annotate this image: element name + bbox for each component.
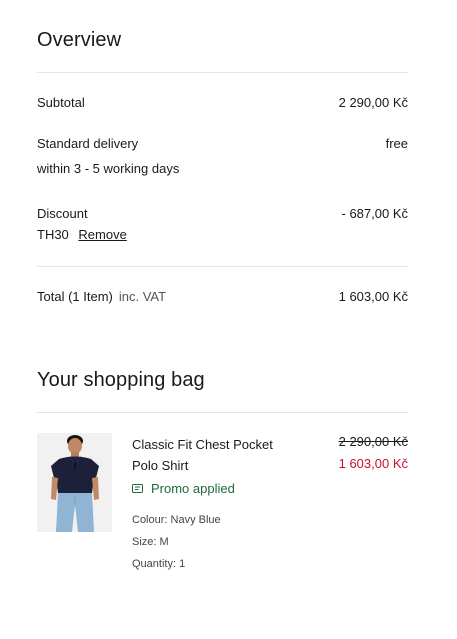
product-name-link[interactable]: Classic Fit Chest Pocket Polo Shirt: [132, 434, 292, 476]
product-image[interactable]: [37, 433, 112, 532]
promo-badge: Promo applied: [132, 481, 235, 496]
product-photo-polo-shirt: [37, 433, 112, 532]
remove-discount-link[interactable]: Remove: [78, 227, 126, 242]
total-value: 1 603,00 Kč: [338, 289, 408, 304]
total-label-group: Total (1 Item) inc. VAT: [37, 289, 166, 305]
discount-code-line: TH30 Remove: [37, 227, 127, 243]
discount-row: Discount - 687,00 Kč TH30 Remove: [37, 206, 408, 246]
original-price: 2 290,00 Kč: [338, 434, 408, 449]
discount-label: Discount: [37, 206, 88, 221]
total-vat-note: inc. VAT: [118, 289, 167, 304]
delivery-note: within 3 - 5 working days: [37, 161, 180, 176]
subtotal-label: Subtotal: [37, 95, 85, 110]
promo-label: Promo applied: [151, 481, 235, 496]
discount-code: TH30: [37, 227, 69, 242]
sale-price: 1 603,00 Kč: [338, 456, 408, 471]
discount-value: - 687,00 Kč: [341, 206, 409, 221]
bag-title: Your shopping bag: [37, 369, 205, 391]
delivery-value: free: [385, 136, 408, 151]
product-colour: Colour: Navy Blue: [132, 514, 221, 526]
product-quantity: Quantity: 1: [132, 558, 186, 570]
divider: [37, 412, 408, 413]
tag-icon: [132, 484, 143, 493]
total-label: Total (1 Item): [37, 289, 113, 304]
product-size: Size: M: [132, 536, 169, 548]
overview-title: Overview: [37, 29, 122, 51]
subtotal-value: 2 290,00 Kč: [338, 95, 408, 110]
delivery-row: Standard delivery free within 3 - 5 work…: [37, 136, 408, 180]
delivery-label: Standard delivery: [37, 136, 139, 151]
divider: [37, 266, 408, 267]
divider: [37, 72, 408, 73]
